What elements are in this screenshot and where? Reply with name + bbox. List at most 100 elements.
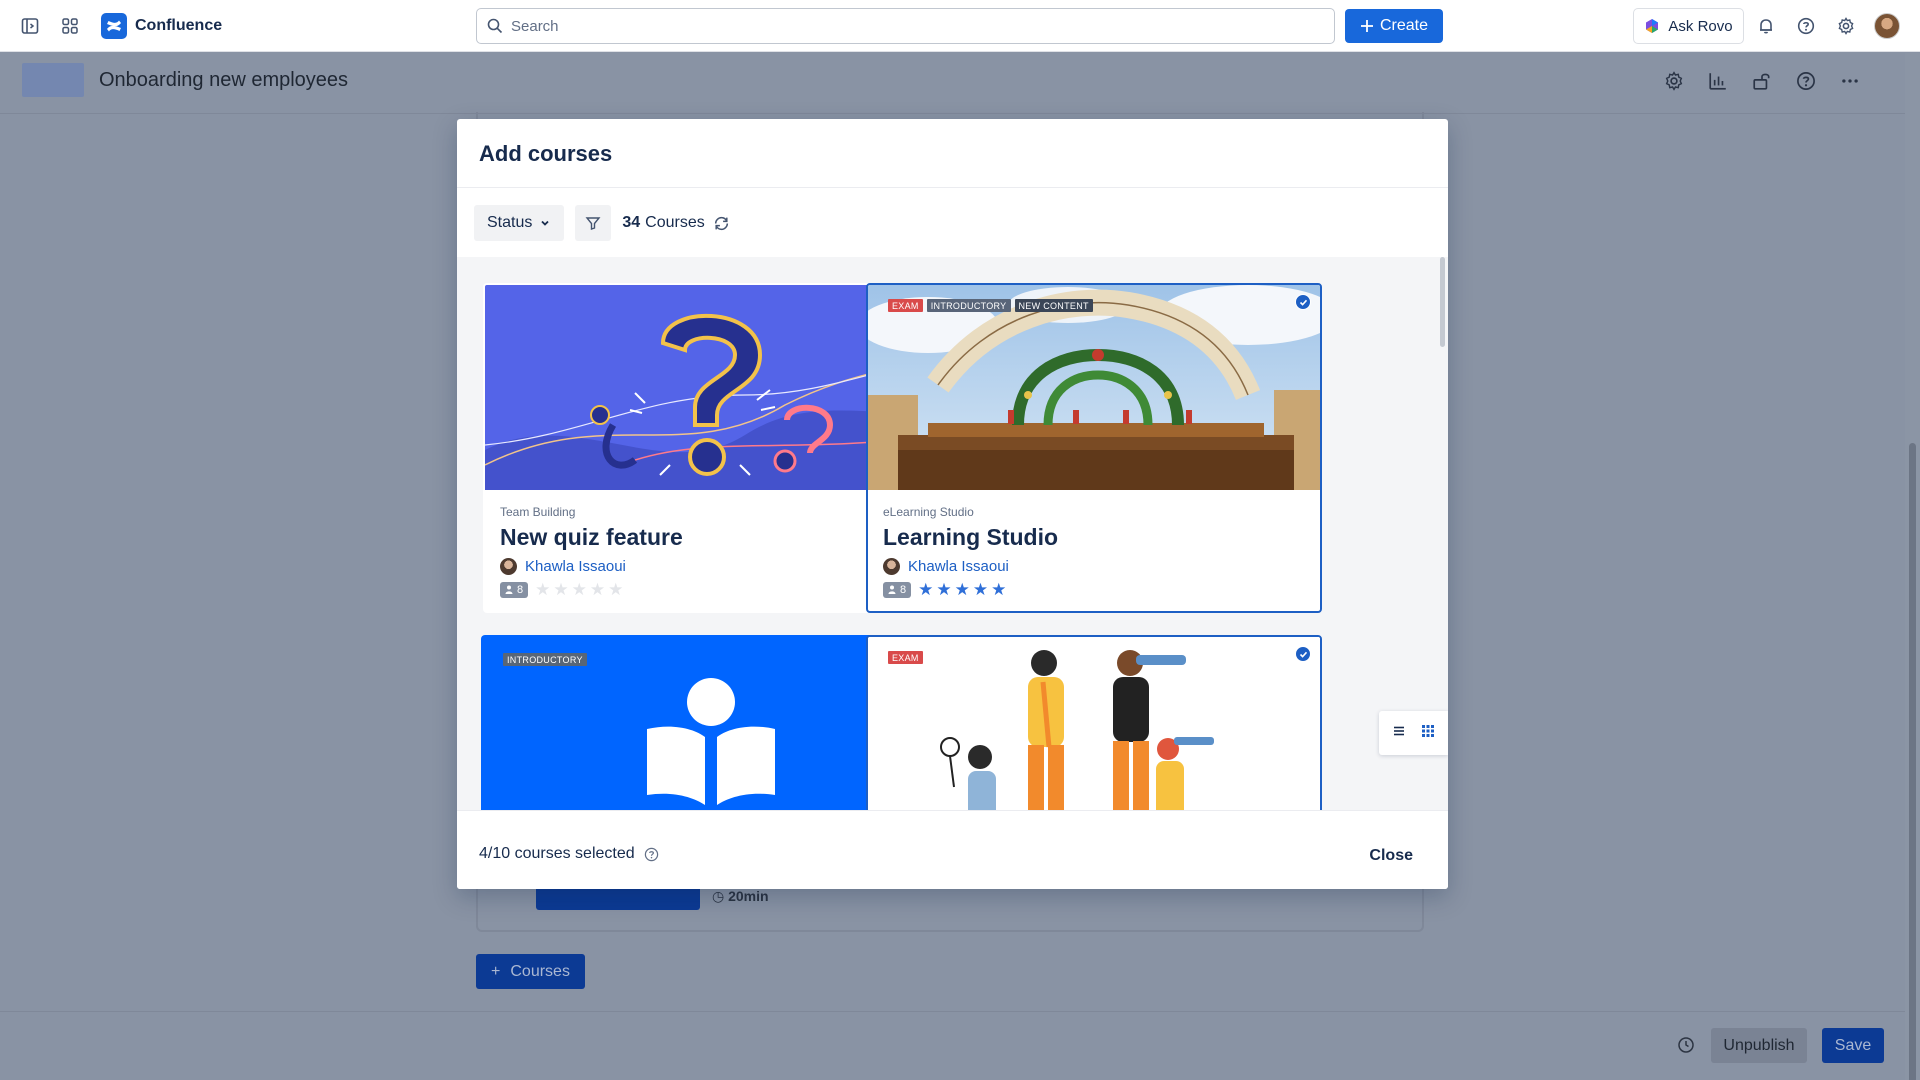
create-button[interactable]: Create xyxy=(1345,9,1443,43)
search-bar[interactable] xyxy=(476,8,1335,44)
star-filled-icon: ★ xyxy=(918,580,934,599)
selection-summary: 4/10 courses selected xyxy=(479,845,659,863)
status-label: Status xyxy=(487,214,533,231)
plus-icon xyxy=(1360,20,1373,32)
course-count-label: Courses xyxy=(645,214,705,231)
confluence-logo-icon xyxy=(101,13,127,39)
check-icon xyxy=(1299,299,1307,306)
author-row: Khawla Issaoui xyxy=(500,558,683,575)
course-info: eLearning Studio Learning Studio Khawla … xyxy=(883,505,1058,598)
status-filter-button[interactable]: Status xyxy=(474,205,565,241)
star-filled-icon: ★ xyxy=(954,580,970,599)
close-button[interactable]: Close xyxy=(1369,847,1413,865)
plus-icon: + xyxy=(491,962,501,980)
course-count: 34 Courses xyxy=(622,214,729,232)
course-grid: Team Building New quiz feature Khawla Is… xyxy=(457,257,1448,810)
page-title: Onboarding new employees xyxy=(99,69,349,91)
page-settings-icon[interactable] xyxy=(1659,66,1689,96)
enrollment-badge: 8 xyxy=(883,581,912,598)
top-navigation: Confluence Create Ask Rovo xyxy=(0,0,1920,52)
course-card-learning-studio[interactable]: EXAM INTRODUCTORY NEW CONTENT eLearning … xyxy=(866,283,1322,613)
enrollment-count: 8 xyxy=(517,583,524,596)
courses-button-label: Courses xyxy=(510,962,570,980)
chevron-down-icon xyxy=(541,220,549,226)
author-link[interactable]: Khawla Issaoui xyxy=(525,558,626,575)
star-empty-icon: ★ xyxy=(589,580,606,599)
modal-footer: 4/10 courses selected Close xyxy=(457,810,1448,889)
brand-name: Confluence xyxy=(135,17,223,34)
course-tags: INTRODUCTORY xyxy=(503,653,587,666)
course-title: New quiz feature xyxy=(500,524,683,550)
tag-exam: EXAM xyxy=(888,651,923,664)
star-filled-icon: ★ xyxy=(972,580,989,599)
rating-stars: ★ ★ ★ ★ ★ xyxy=(918,581,1006,598)
course-meta: 8 ★ ★ ★ ★ ★ xyxy=(500,581,683,598)
app-switcher-icon[interactable] xyxy=(54,10,86,42)
page-thumbnail xyxy=(22,63,84,97)
enrollment-badge: 8 xyxy=(500,581,529,598)
tag-exam: EXAM xyxy=(888,299,923,312)
course-info: Team Building New quiz feature Khawla Is… xyxy=(500,505,683,598)
add-courses-button[interactable]: + Courses xyxy=(476,954,585,989)
modal-scrollbar-thumb[interactable] xyxy=(1440,257,1445,347)
check-icon xyxy=(1299,651,1307,658)
confluence-brand[interactable]: Confluence xyxy=(101,13,222,39)
select-checkbox-checked[interactable] xyxy=(1295,646,1311,662)
author-row: Khawla Issaoui xyxy=(883,558,1058,575)
page-actions xyxy=(1659,66,1865,96)
clock-icon: ◷ xyxy=(712,888,725,904)
star-empty-icon: ★ xyxy=(535,580,551,599)
course-thumbnail-explorers xyxy=(868,637,1320,810)
page-help-icon[interactable] xyxy=(1791,66,1821,96)
star-empty-icon: ★ xyxy=(608,580,624,599)
search-input[interactable] xyxy=(511,17,1291,35)
selection-count: 4/10 courses selected xyxy=(479,845,635,862)
user-avatar[interactable] xyxy=(1874,13,1900,39)
ask-rovo-label: Ask Rovo xyxy=(1668,17,1733,35)
course-tags: EXAM xyxy=(888,651,923,664)
course-category: eLearning Studio xyxy=(883,505,974,519)
author-avatar xyxy=(883,558,900,575)
info-icon[interactable] xyxy=(644,847,659,862)
duration-text: 20min xyxy=(728,888,769,904)
modal-toolbar: Status 34 Courses xyxy=(474,205,730,241)
rovo-icon xyxy=(1646,19,1659,33)
filter-icon xyxy=(585,217,601,230)
star-filled-icon: ★ xyxy=(936,580,952,599)
ask-rovo-button[interactable]: Ask Rovo xyxy=(1633,8,1744,44)
course-card-exam-explorers[interactable]: EXAM xyxy=(866,635,1322,810)
restrictions-icon[interactable] xyxy=(1747,66,1777,96)
course-meta: 8 ★ ★ ★ ★ ★ xyxy=(883,581,1058,598)
history-icon[interactable] xyxy=(1677,1036,1695,1059)
list-view-icon[interactable] xyxy=(1392,724,1406,743)
tag-new-content: NEW CONTENT xyxy=(1014,299,1093,312)
course-tags: EXAM INTRODUCTORY NEW CONTENT xyxy=(888,299,1093,312)
view-toggle xyxy=(1379,711,1448,755)
unpublish-button[interactable]: Unpublish xyxy=(1711,1028,1807,1063)
modal-title: Add courses xyxy=(479,141,613,166)
star-filled-icon: ★ xyxy=(991,580,1007,599)
select-checkbox-checked[interactable] xyxy=(1295,294,1311,310)
filter-button[interactable] xyxy=(575,205,612,241)
tag-introductory: INTRODUCTORY xyxy=(926,299,1011,312)
analytics-icon[interactable] xyxy=(1703,66,1733,96)
tag-introductory: INTRODUCTORY xyxy=(503,653,587,666)
page-scrollbar[interactable] xyxy=(1905,53,1920,1080)
search-icon xyxy=(487,18,503,34)
author-link[interactable]: Khawla Issaoui xyxy=(908,558,1009,575)
sidebar-toggle-icon[interactable] xyxy=(14,10,46,42)
more-actions-icon[interactable] xyxy=(1835,66,1865,96)
save-button[interactable]: Save xyxy=(1822,1028,1884,1063)
grid-view-icon[interactable] xyxy=(1421,724,1435,743)
bell-icon[interactable] xyxy=(1750,10,1782,42)
background-duration: ◷ 20min xyxy=(712,888,769,905)
course-title: Learning Studio xyxy=(883,524,1059,550)
footer-divider xyxy=(0,1011,1905,1012)
settings-icon[interactable] xyxy=(1830,10,1862,42)
page-scrollbar-thumb[interactable] xyxy=(1909,443,1916,1080)
help-icon[interactable] xyxy=(1790,10,1822,42)
author-avatar xyxy=(500,558,517,575)
rating-stars: ★ ★ ★ ★ ★ xyxy=(535,581,623,598)
course-category: Team Building xyxy=(500,505,576,519)
refresh-icon[interactable] xyxy=(713,215,730,232)
